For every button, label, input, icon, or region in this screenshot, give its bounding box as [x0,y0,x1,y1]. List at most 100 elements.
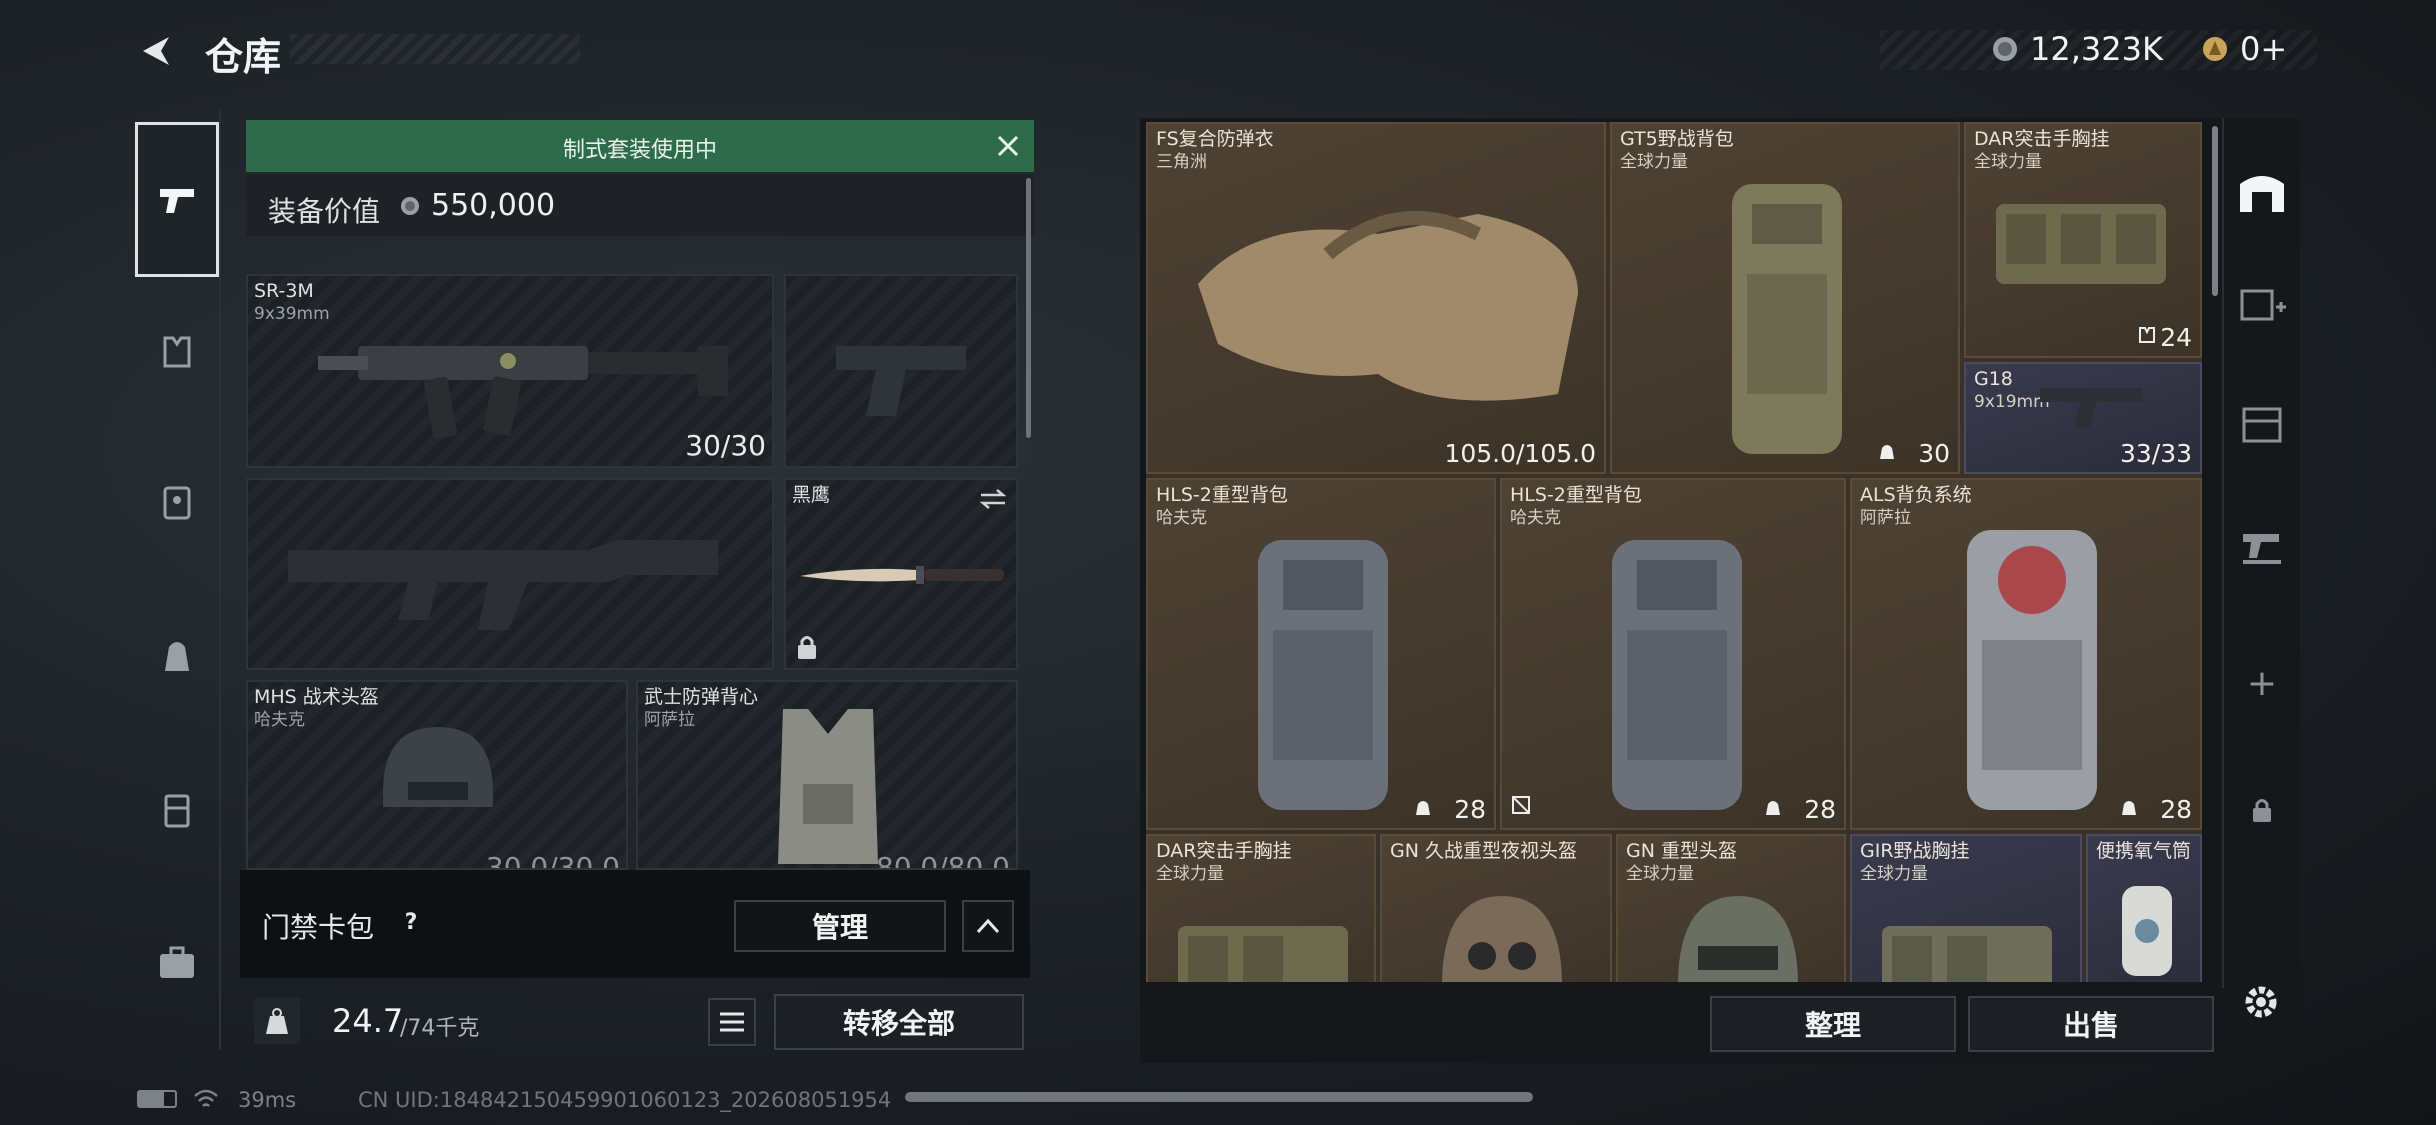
nvg-helmet-image [1422,876,1582,982]
item-name: DAR突击手胸挂 [1974,128,2110,150]
slot-name: SR-3M [254,280,314,302]
slot-sub: 阿萨拉 [644,710,695,730]
item-sub: 全球力量 [1860,864,1928,884]
settings-gear-icon[interactable] [2234,975,2288,1029]
backpack-image [1952,510,2112,820]
melee-slot[interactable]: 黑鹰 [784,478,1018,670]
item-name: GN 重型头盔 [1626,840,1737,862]
loadout-value-row: 装备价值 550,000 [246,174,1034,236]
sidearm-slot[interactable] [784,274,1018,468]
sell-button[interactable]: 出售 [1968,996,2214,1052]
kit-banner: 制式套装使用中 [246,120,1034,172]
stash-item[interactable]: GN 久战重型夜视头盔 [1380,834,1612,982]
home-indicator[interactable] [905,1092,1533,1102]
helmet-image [1658,876,1818,982]
list-view-button[interactable] [708,998,756,1046]
oxygen-tank-image [2112,876,2182,982]
item-name: FS复合防弹衣 [1156,128,1274,150]
capacity-icon [2118,796,2140,818]
slot-value: 80.0/80.0 [875,851,1010,870]
rifle-image [318,306,738,456]
status-bar: 39ms CN UID:1848421504599010601​23_20260… [0,1080,2436,1125]
category-backpack[interactable] [135,625,219,685]
stash-tab-add[interactable]: + [2224,653,2300,713]
category-case[interactable] [135,932,219,992]
category-armor[interactable] [135,322,219,382]
pistol-icon [154,177,200,223]
transfer-all-button[interactable]: 转移全部 [774,994,1024,1050]
category-container[interactable] [135,780,219,840]
swap-icon[interactable] [978,486,1008,512]
knife-image [796,554,1010,594]
body-armor-slot[interactable]: 武士防弹背心 阿萨拉 80.0/80.0 [636,680,1018,870]
armor-icon [157,332,197,372]
keycard-bar: 门禁卡包 ? 管理 [240,870,1030,978]
pistol-image [2036,382,2146,432]
stash-item[interactable]: DAR突击手胸挂 全球力量 [1146,834,1376,982]
stash-item[interactable]: FS复合防弹衣 三角洲 105.0/105.0 [1146,122,1606,474]
stash-item[interactable]: DAR突击手胸挂 全球力量 24 [1964,122,2202,358]
primary-weapon-slot[interactable]: SR-3M 9x39mm 30/30 [246,274,774,468]
stash-item[interactable]: HLS-2重型背包 哈夫克 28 [1146,478,1496,830]
stash-item[interactable]: G18 9x19mm 33/33 [1964,362,2202,474]
item-name: GIR野战胸挂 [1860,840,1970,862]
weight-bar: 24.7 /74千克 转移全部 [240,986,1040,1058]
slot-name: MHS 战术头盔 [254,686,379,708]
capacity-icon [1876,440,1898,462]
help-icon[interactable]: ? [397,908,425,936]
loadout-value-label: 装备价值 [268,195,381,228]
stash-tab-expand[interactable] [2224,273,2300,333]
lock-icon [794,632,820,662]
secondary-weapon-slot[interactable] [246,478,774,670]
weight-value: 24.7 [332,1002,404,1040]
helmet-slot[interactable]: MHS 战术头盔 哈夫克 30.0/30.0 [246,680,628,870]
stash-item[interactable]: HLS-2重型背包 哈夫克 28 [1500,478,1846,830]
item-name: G18 [1974,368,2013,390]
battery-icon [137,1090,177,1108]
lock-icon [2251,796,2273,824]
item-name: GN 久战重型夜视头盔 [1390,840,1577,862]
stash-item[interactable]: GN 重型头盔 全球力量 [1616,834,1846,982]
loadout-scrollbar[interactable] [1026,178,1031,438]
coin-icon [1990,34,2020,64]
collapse-button[interactable] [962,900,1014,952]
weight-icon [254,998,300,1044]
manage-button[interactable]: 管理 [734,900,946,952]
plus-icon: + [2246,662,2278,704]
backpack-icon [157,635,197,675]
stash-item[interactable]: ALS背负系统 阿萨拉 28 [1850,478,2202,830]
header: 仓库 12,323K 0+ [0,0,2436,110]
stash-tab-weapons[interactable] [2224,516,2300,576]
page-title: 仓库 [205,35,282,79]
stash-item[interactable]: GT5野战背包 全球力量 30 [1610,122,1960,474]
list-icon [720,1012,744,1032]
stash-tab-locked [2224,780,2300,840]
close-icon[interactable] [992,130,1024,162]
item-value: 28 [2160,795,2192,824]
stash-item[interactable]: GIR野战胸挂 全球力量 [1850,834,2082,982]
stash-item[interactable]: 便携氧气筒 [2086,834,2202,982]
currency-amount: 12,323K [2030,30,2163,68]
coin-icon [398,194,422,218]
stash-panel: FS复合防弹衣 三角洲 105.0/105.0 GT5野战背包 全球力量 30 … [1140,118,2300,1063]
sort-button[interactable]: 整理 [1710,996,1956,1052]
stash-tab-rail: + [2222,118,2300,988]
slot-name: 黑鹰 [792,484,831,506]
item-sub: 阿萨拉 [1860,508,1911,528]
category-weapon[interactable] [135,122,219,277]
item-value: 105.0/105.0 [1444,439,1596,468]
stash-scrollbar[interactable] [2212,126,2218,296]
premium-amount[interactable]: 0+ [2240,30,2287,68]
uid-text: CN UID:1848421504599010601​23_2026080519… [358,1088,892,1112]
stash-tab-safe[interactable] [2224,393,2300,453]
armor-image [1178,174,1598,424]
vest-image [758,694,898,864]
category-rail [135,110,221,1050]
item-value: 33/33 [2119,439,2192,468]
category-vest[interactable] [135,472,219,532]
back-arrow-icon[interactable] [130,26,180,76]
stash-tab-warehouse[interactable] [2224,156,2300,226]
briefcase-icon [156,942,198,982]
chevron-up-icon [976,918,1000,934]
gun-rack-icon [2239,526,2285,566]
